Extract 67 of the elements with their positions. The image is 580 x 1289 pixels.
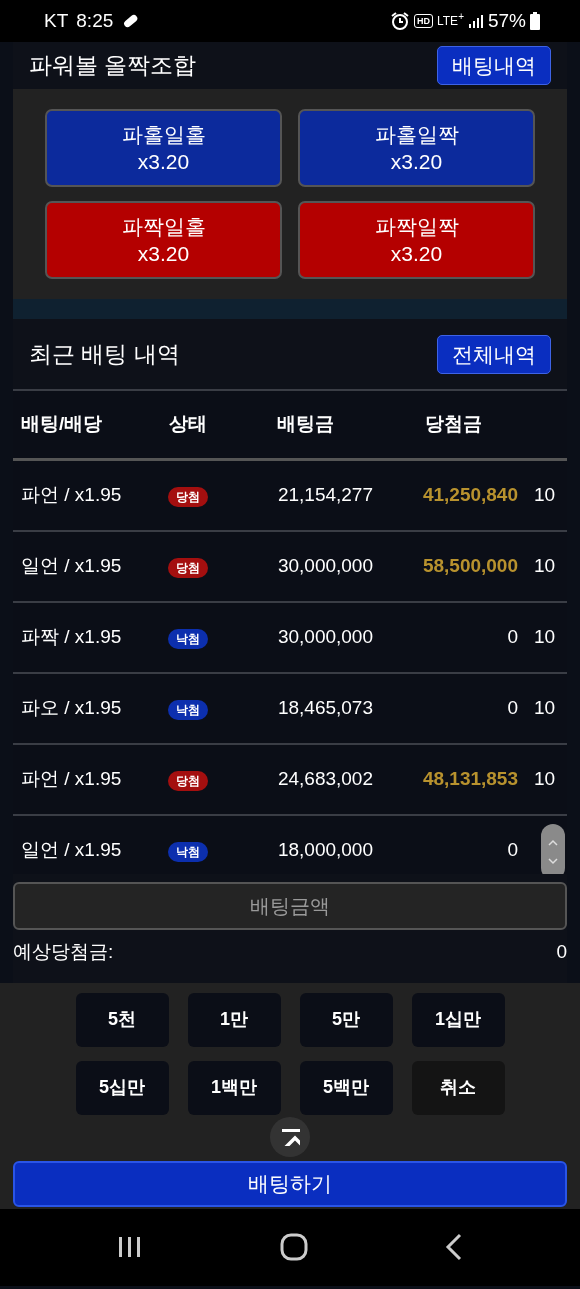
table-cell-text: 30,000,000 <box>276 625 373 650</box>
amount-button[interactable]: 1십만 <box>411 992 505 1047</box>
table-cell: 10 <box>534 626 556 648</box>
table-cell-text: 41,250,840 <box>421 483 518 508</box>
table-cell-text: 0 <box>506 838 518 863</box>
amount-button[interactable]: 1백만 <box>187 1060 281 1115</box>
expected-win-label: 예상당첨금: <box>13 940 114 965</box>
table-cell: 10 <box>534 768 556 790</box>
network-indicator: LTE$^{+}$ <box>437 12 464 30</box>
table-cell-text: 파짝 / x1.95 <box>20 625 123 650</box>
table-cell-text: 18,465,073 <box>276 696 373 721</box>
amount-button[interactable]: 5십만 <box>75 1060 169 1115</box>
table-cell-text: 30,000,000 <box>276 554 373 579</box>
submit-bet-button[interactable]: 배팅하기 <box>13 1160 567 1207</box>
home-icon <box>280 1233 308 1262</box>
back-icon <box>445 1233 464 1262</box>
status-badge: 낙첨 <box>168 842 208 863</box>
scroll-top-icon <box>280 1127 300 1146</box>
column-header: 배팅/배당 <box>20 412 104 437</box>
scroll-handle[interactable] <box>541 824 565 875</box>
bet-amount-field[interactable]: 배팅금액 <box>13 882 567 931</box>
table-cell-text: 일언 / x1.95 <box>20 838 123 863</box>
status-badge: 낙첨 <box>168 629 208 650</box>
carrier-name: KT <box>44 8 69 33</box>
clock-time: 8:25 <box>76 8 114 33</box>
signal-icon <box>467 13 484 29</box>
history-button[interactable]: 배팅내역 <box>437 46 551 86</box>
column-header: 당첨금 <box>424 412 483 437</box>
amount-button[interactable]: 5만 <box>299 992 393 1047</box>
cancel-button[interactable]: 취소 <box>411 1060 505 1115</box>
table-cell-text: 48,131,853 <box>421 767 518 792</box>
bet-option-button[interactable]: 파홀일짝 x3.20 <box>298 109 535 188</box>
bet-option-button[interactable]: 파짝일짝 x3.20 <box>298 201 535 280</box>
expected-win-value: 0 <box>556 940 567 965</box>
table-cell-text: 일언 / x1.95 <box>20 554 123 579</box>
status-badge: 당첨 <box>168 558 208 579</box>
table-cell-text: 18,000,000 <box>276 838 373 863</box>
status-badge: 당첨 <box>168 487 208 508</box>
bet-option-button[interactable]: 파짝일홀 x3.20 <box>45 201 282 280</box>
status-badge: 낙첨 <box>168 700 208 721</box>
battery-percent: 57% <box>487 8 526 33</box>
battery-icon <box>530 12 540 30</box>
all-history-button[interactable]: 전체내역 <box>437 334 551 374</box>
alarm-icon <box>390 11 410 31</box>
table-cell-text: 0 <box>506 696 518 721</box>
bet-option-button[interactable]: 파홀일홀 x3.20 <box>45 109 282 188</box>
amount-button[interactable]: 5백만 <box>299 1060 393 1115</box>
status-badge: 당첨 <box>168 771 208 792</box>
table-cell: 10 <box>534 484 556 506</box>
table-cell-text: 파언 / x1.95 <box>20 483 123 508</box>
table-cell-text: 58,500,000 <box>421 554 518 579</box>
recent-apps-icon <box>116 1235 143 1260</box>
section-title: 파워볼 올짝조합 <box>29 51 197 81</box>
table-cell: 10 <box>534 555 556 577</box>
amount-button[interactable]: 1만 <box>187 992 281 1047</box>
table-cell-text: 파언 / x1.95 <box>20 767 123 792</box>
scroll-top-button[interactable] <box>270 1116 310 1157</box>
section-title: 최근 배팅 내역 <box>29 339 180 369</box>
table-cell-text: 파오 / x1.95 <box>20 696 123 721</box>
amount-button[interactable]: 5천 <box>75 992 169 1047</box>
table-cell: 10 <box>534 697 556 719</box>
column-header: 상태 <box>168 412 208 437</box>
table-cell-text: 24,683,002 <box>276 767 373 792</box>
column-header: 배팅금 <box>276 412 335 437</box>
table-cell-text: 21,154,277 <box>276 483 373 508</box>
hd-indicator: HD <box>414 14 433 28</box>
table-cell-text: 0 <box>506 625 518 650</box>
